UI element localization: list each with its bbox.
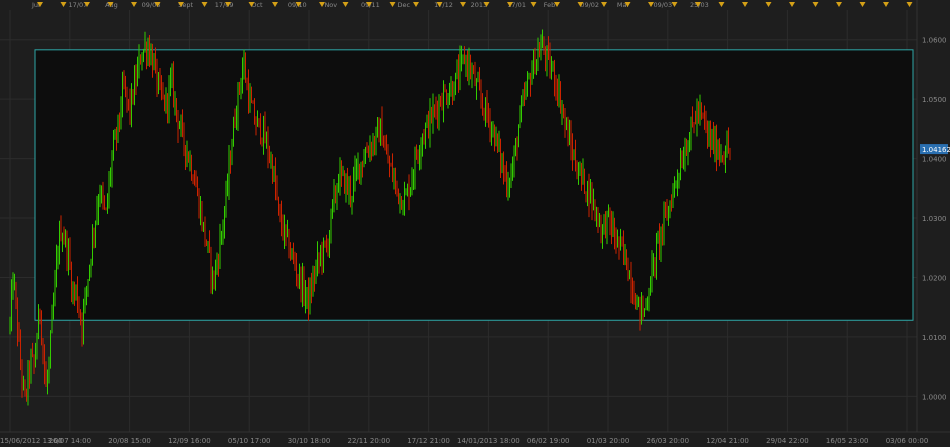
time-tick-label: 22/11 20:00	[348, 437, 391, 445]
time-tick-label: 20/08 15:00	[108, 437, 151, 445]
price-tick-label: 1.0000	[922, 393, 947, 401]
chart-window: Jul17/07Aug09/08Sept17/09Oct09/10Nov09/1…	[0, 0, 950, 447]
price-tick-label: 1.0600	[922, 37, 947, 45]
time-tick-label: 05/10 17:00	[228, 437, 271, 445]
time-tick-label: 14/01/2013 18:00	[457, 437, 520, 445]
time-tick-label: 16/05 23:00	[826, 437, 869, 445]
price-tick-label: 1.0400	[922, 156, 947, 164]
price-tick-label: 1.0300	[922, 215, 947, 223]
drawing-rectangle-layer[interactable]	[34, 49, 914, 321]
top-time-label: Dec	[398, 1, 411, 9]
last-price-label: 1.04162	[922, 146, 950, 154]
time-tick-label: 01/03 20:00	[587, 437, 630, 445]
top-time-label: 09/03	[653, 1, 672, 9]
time-tick-label: 29/04 22:00	[766, 437, 809, 445]
price-tick-label: 1.0500	[922, 96, 947, 104]
time-tick-label: 26/03 20:00	[647, 437, 690, 445]
price-tick-label: 1.0100	[922, 334, 947, 342]
time-tick-label: 12/09 16:00	[168, 437, 211, 445]
time-tick-label: 30/10 18:00	[288, 437, 331, 445]
price-chart[interactable]: Jul17/07Aug09/08Sept17/09Oct09/10Nov09/1…	[0, 0, 950, 447]
top-time-label: Feb	[544, 1, 556, 9]
time-tick-label: 03/06 00:00	[886, 437, 929, 445]
time-axis: 15/06/2012 13:0026/07 14:00 20/08 15:00 12…	[0, 431, 950, 447]
time-tick-label: 06/02 19:00	[527, 437, 570, 445]
last-price-tag: 1.04162	[920, 144, 950, 155]
drawing-rectangle[interactable]	[34, 49, 914, 321]
time-tick-label: 17/12 21:00	[407, 437, 450, 445]
price-tick-label: 1.0200	[922, 274, 947, 282]
time-tick-label: 26/07 14:00	[49, 437, 92, 445]
top-time-axis: Jul17/07Aug09/08Sept17/09Oct09/10Nov09/1…	[0, 0, 950, 10]
top-time-label: Nov	[324, 1, 337, 9]
time-tick-label: 12/04 21:00	[706, 437, 749, 445]
